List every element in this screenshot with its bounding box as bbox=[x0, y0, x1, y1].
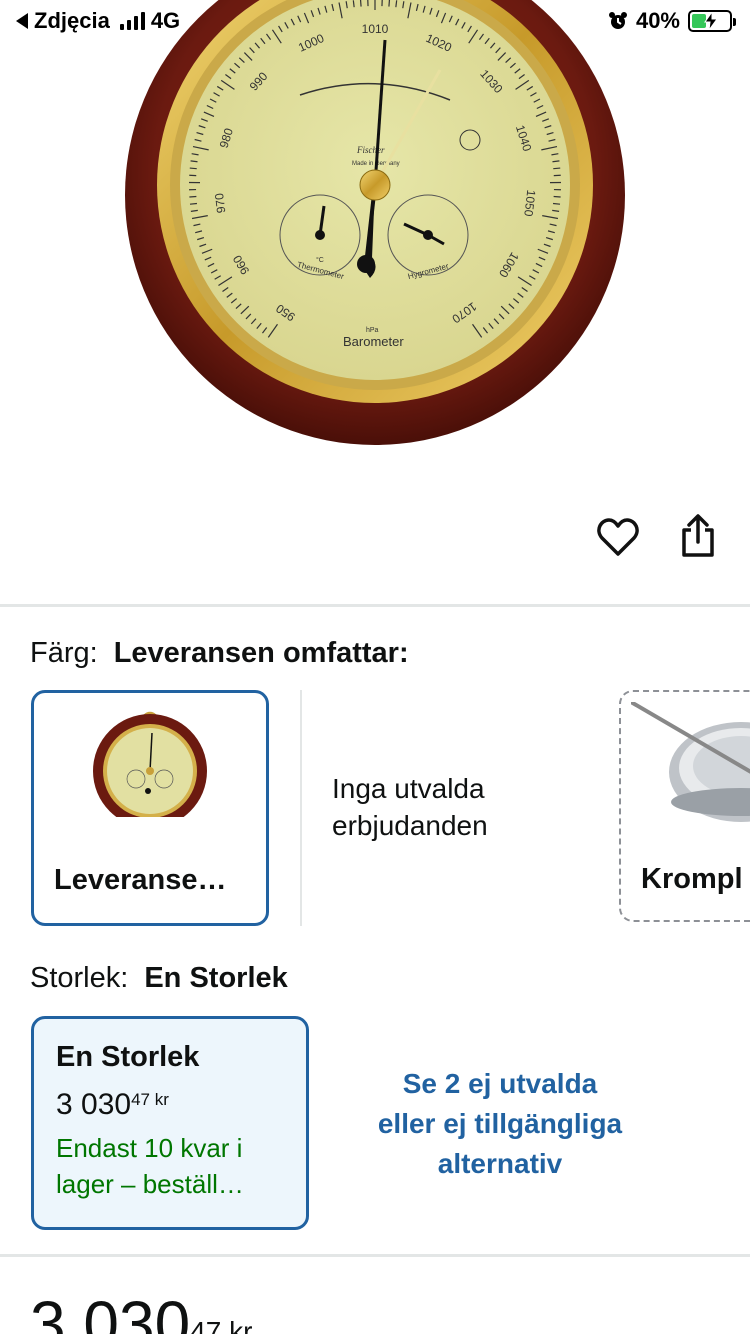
main-price: 3 03047 kr bbox=[30, 1292, 252, 1334]
price-fraction: 47 kr bbox=[131, 1090, 169, 1109]
color-option-title: Krompl bbox=[641, 863, 743, 895]
color-label-row: Färg: Leveransen omfattar: bbox=[30, 637, 409, 670]
section-divider bbox=[0, 1254, 750, 1257]
size-label-row: Storlek: En Storlek bbox=[30, 962, 288, 995]
main-price-whole: 3 030 bbox=[30, 1288, 191, 1334]
see-unavailable-options-link[interactable]: Se 2 ej utvalda eller ej tillgängliga al… bbox=[340, 1064, 660, 1184]
product-image[interactable]: 950 960 970 980 990 1000 1010 1020 1030 1040 1050 1… bbox=[0, 0, 750, 470]
main-price-fraction: 47 kr bbox=[190, 1316, 253, 1334]
size-selected-value: En Storlek bbox=[144, 962, 288, 994]
section-divider bbox=[0, 604, 750, 607]
barometer-image: 9509609709809901000101010201030104010501… bbox=[125, 0, 625, 445]
see-more-line-1: Se 2 ej utvalda bbox=[402, 1068, 598, 1099]
no-offers-text: Inga utvalda erbjudanden bbox=[332, 770, 488, 844]
heart-icon[interactable] bbox=[594, 514, 642, 562]
scale-label: 1010 bbox=[362, 22, 389, 36]
color-selected-value: Leveransen omfattar: bbox=[113, 637, 409, 669]
scale-label: 970 bbox=[212, 192, 228, 214]
share-icon[interactable] bbox=[674, 512, 722, 560]
stock-line-2: lager – beställ… bbox=[56, 1169, 244, 1199]
hpa-unit: hPa bbox=[366, 327, 379, 334]
brand-text: Fischer bbox=[356, 145, 385, 155]
no-offers-line-2: erbjudanden bbox=[332, 810, 488, 841]
no-offers-line-1: Inga utvalda bbox=[332, 773, 485, 804]
thermometer-unit: °C bbox=[316, 256, 324, 264]
barometer-thumbnail bbox=[93, 711, 207, 817]
size-option-price: 3 03047 kr bbox=[56, 1088, 306, 1122]
size-label: Storlek: bbox=[30, 962, 129, 994]
see-more-line-3: alternativ bbox=[437, 1148, 563, 1179]
vertical-divider bbox=[300, 690, 302, 926]
color-option-leveransen[interactable]: Leveranse… bbox=[31, 690, 269, 926]
color-label: Färg: bbox=[30, 637, 98, 669]
stock-line-1: Endast 10 kvar i bbox=[56, 1133, 243, 1163]
barometer-label: Barometer bbox=[343, 334, 404, 349]
chrome-barometer-thumbnail bbox=[631, 702, 750, 822]
size-option-card[interactable]: En Storlek 3 03047 kr Endast 10 kvar i l… bbox=[31, 1016, 309, 1230]
price-whole: 3 030 bbox=[56, 1088, 132, 1121]
color-option-title: Leveranse… bbox=[54, 864, 227, 896]
color-option-krom[interactable]: Krompl bbox=[619, 690, 750, 922]
see-more-line-2: eller ej tillgängliga bbox=[377, 1108, 623, 1139]
size-option-title: En Storlek bbox=[56, 1041, 200, 1073]
stock-status: Endast 10 kvar i lager – beställ… bbox=[56, 1130, 306, 1202]
